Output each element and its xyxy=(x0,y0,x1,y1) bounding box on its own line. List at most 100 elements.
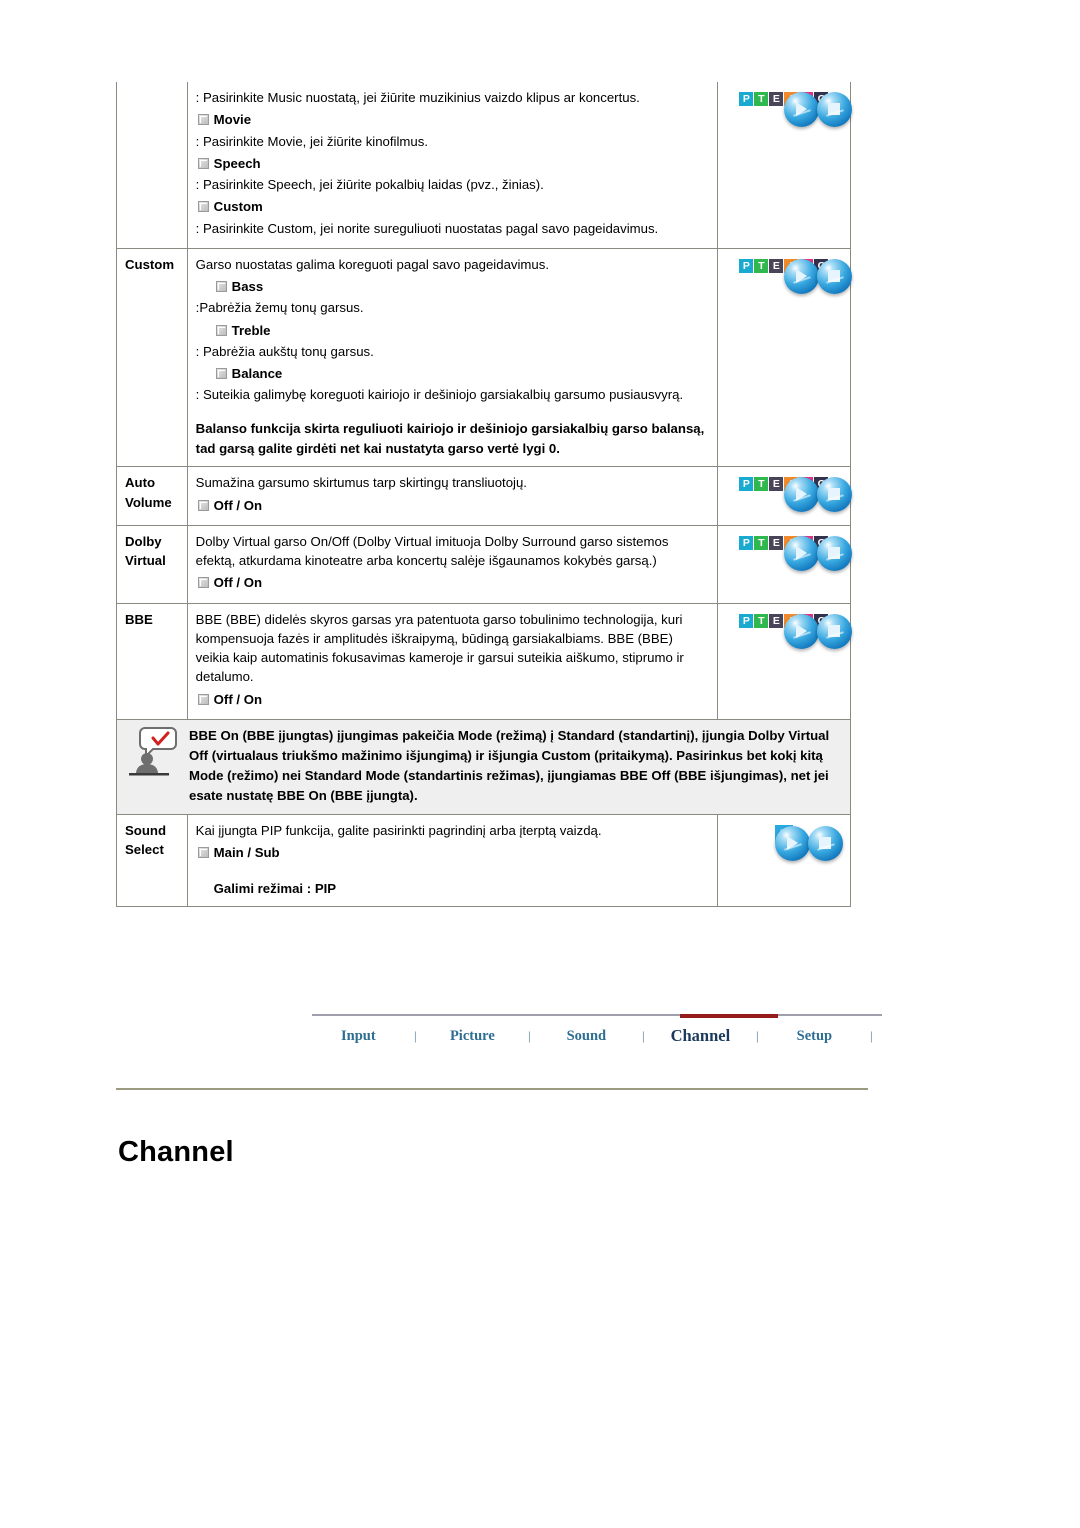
stop-ball-icon xyxy=(816,613,852,649)
logo-letter-p: P xyxy=(739,92,754,106)
row-icon-cell: P T E A S C xyxy=(716,602,852,720)
bullet-square-icon xyxy=(197,847,209,859)
sub-option-custom: Custom xyxy=(196,197,709,216)
nav-separator: | xyxy=(413,1029,417,1043)
sub-option-off-on: Off / On xyxy=(196,573,709,592)
bullet-square-icon xyxy=(215,281,227,293)
nav-item-sound[interactable]: Sound xyxy=(540,1024,633,1049)
nav-item-picture[interactable]: Picture xyxy=(426,1024,519,1049)
sub-option-label: Off / On xyxy=(213,575,263,591)
nav-separator: | xyxy=(869,1029,873,1043)
logo-letter-e: E xyxy=(769,477,784,492)
row-label-line: Sound xyxy=(125,823,167,839)
table-row: Custom Garso nuostatas galima koreguoti … xyxy=(116,247,852,468)
stop-ball-icon xyxy=(807,826,843,862)
nav-separator: | xyxy=(527,1029,531,1043)
bullet-square-icon xyxy=(197,577,209,589)
sub-option-off-on: Off / On xyxy=(196,690,709,709)
row-label xyxy=(116,82,188,249)
pteasc-logo: P T E A S C xyxy=(739,535,852,571)
description-text: : Pasirinkite Custom, jei norite suregul… xyxy=(195,220,659,236)
note-person-checkmark-icon xyxy=(125,726,185,778)
description-text: Garso nuostatas galima koreguoti pagal s… xyxy=(195,256,550,272)
table-row: Sound Select Kai įjungta PIP funkcija, g… xyxy=(116,814,852,908)
section-nav: Input | Picture | Sound | Channel | Setu… xyxy=(312,1014,882,1058)
stop-ball-icon xyxy=(816,535,852,571)
logo-letter-t: T xyxy=(754,613,769,628)
row-icon-cell: P xyxy=(716,814,852,908)
bullet-square-icon xyxy=(197,499,209,511)
bullet-square-icon xyxy=(197,114,209,126)
logo-letter-e: E xyxy=(769,258,784,273)
row-label-sound-select: Sound Select xyxy=(116,814,188,908)
description-text: BBE (BBE) didelės skyros garsas yra pate… xyxy=(195,611,684,685)
row-label-line: Virtual xyxy=(125,553,166,569)
logo-letter-e: E xyxy=(769,535,784,550)
description-text: : Pabrėžia aukštų tonų garsus. xyxy=(195,343,374,359)
row-label-auto-volume: Auto Volume xyxy=(116,466,188,526)
nav-item-channel[interactable]: Channel xyxy=(654,1022,747,1050)
sub-option-bass: Bass xyxy=(196,277,709,296)
row-label-line: Select xyxy=(125,842,164,858)
description-text: Sumažina garsumo skirtumus tarp skirting… xyxy=(195,475,527,491)
description-text: : Pasirinkite Music nuostatą, jei žiūrit… xyxy=(195,90,640,105)
sub-option-treble: Treble xyxy=(196,321,709,340)
play-ball-icon xyxy=(774,826,810,862)
pteasc-logo: P T E A S C xyxy=(739,258,852,294)
row-label-bbe: BBE xyxy=(116,602,188,720)
row-label-line: BBE xyxy=(125,611,153,627)
sub-option-label: Movie xyxy=(213,112,252,128)
sub-option-label: Main / Sub xyxy=(213,845,280,861)
table-row: Dolby Virtual Dolby Virtual garso On/Off… xyxy=(116,524,852,604)
pteasc-logo: P T E A S C xyxy=(739,92,852,127)
row-icon-cell: P T E A S C xyxy=(716,466,852,526)
row-label-dolby-virtual: Dolby Virtual xyxy=(116,524,188,604)
description-text: : Pasirinkite Movie, jei žiūrite kinofil… xyxy=(195,133,428,149)
row-description: Dolby Virtual garso On/Off (Dolby Virtua… xyxy=(186,524,718,604)
sub-option-label: Balance xyxy=(231,366,283,382)
description-text: Kai įjungta PIP funkcija, galite pasirin… xyxy=(195,823,602,839)
description-text: Dolby Virtual garso On/Off (Dolby Virtua… xyxy=(195,533,669,569)
logo-letter-t: T xyxy=(754,535,769,550)
table-row: : Pasirinkite Music nuostatą, jei žiūrit… xyxy=(116,82,852,249)
row-icon-cell: P T E A S C xyxy=(716,247,852,468)
available-modes-text: Galimi režimai : PIP xyxy=(213,880,337,896)
row-label-line: Dolby xyxy=(125,533,162,549)
sub-option-speech: Speech xyxy=(196,154,709,173)
description-text: :Pabrėžia žemų tonų garsus. xyxy=(195,300,364,316)
play-ball-icon xyxy=(783,535,819,571)
bullet-square-icon xyxy=(215,324,227,336)
note-cell: BBE On (BBE įjungtas) įjungimas pakeičia… xyxy=(116,718,851,816)
nav-item-setup[interactable]: Setup xyxy=(768,1024,861,1049)
nav-item-input[interactable]: Input xyxy=(312,1024,405,1049)
page-divider xyxy=(116,1088,868,1090)
table-row: BBE BBE (BBE) didelės skyros garsas yra … xyxy=(116,602,852,720)
play-ball-icon xyxy=(783,258,819,294)
row-label-line: Volume xyxy=(125,494,172,510)
sub-option-label: Off / On xyxy=(213,691,263,707)
sub-option-movie: Movie xyxy=(196,110,709,129)
logo-letter-p: P xyxy=(739,258,754,273)
sub-option-label: Speech xyxy=(213,155,261,171)
bullet-square-icon xyxy=(197,201,209,213)
description-text: : Suteikia galimybę koreguoti kairiojo i… xyxy=(195,387,684,403)
table-body: : Pasirinkite Music nuostatą, jei žiūrit… xyxy=(116,82,852,908)
sub-option-main-sub: Main / Sub xyxy=(196,843,709,862)
nav-separator: | xyxy=(641,1029,645,1043)
logo-letter-e: E xyxy=(769,613,784,628)
sub-option-label: Off / On xyxy=(213,497,263,513)
table-note-row: BBE On (BBE įjungtas) įjungimas pakeičia… xyxy=(116,718,851,816)
table-row: Auto Volume Sumažina garsumo skirtumus t… xyxy=(116,466,852,526)
logo-letter-e: E xyxy=(769,92,784,106)
logo-letter-p: P xyxy=(739,535,754,550)
sub-option-balance: Balance xyxy=(196,364,709,383)
row-label-custom: Custom xyxy=(116,247,188,468)
sub-option-label: Bass xyxy=(231,279,264,295)
nav-rule xyxy=(312,1014,882,1016)
logo-letter-t: T xyxy=(754,92,769,106)
row-icon-cell: P T E A S C xyxy=(716,524,852,604)
description-text: : Pasirinkite Speech, jei žiūrite pokalb… xyxy=(195,177,544,193)
nav-separator: | xyxy=(755,1029,759,1043)
sub-option-label: Treble xyxy=(231,322,271,338)
stop-ball-icon xyxy=(816,477,852,513)
